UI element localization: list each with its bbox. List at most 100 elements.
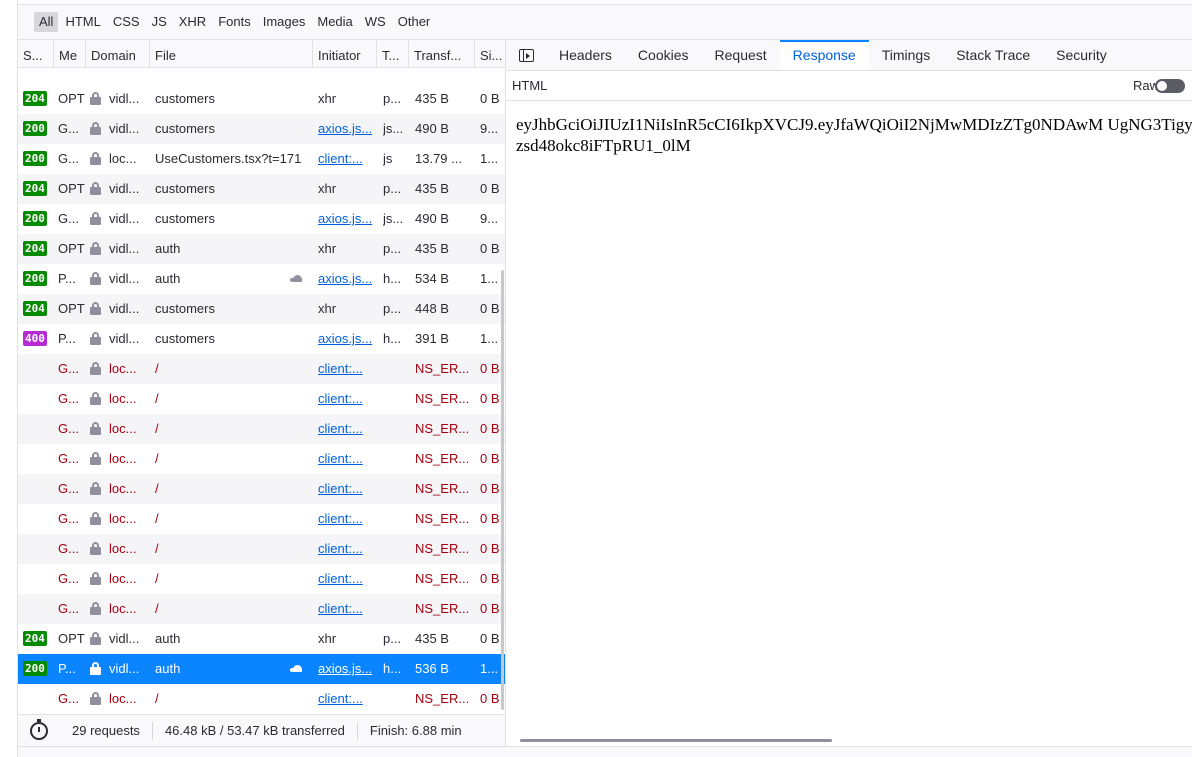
column-header-status[interactable]: S... bbox=[18, 40, 54, 68]
column-header-transferred[interactable]: Transf... bbox=[409, 40, 475, 68]
table-row[interactable]: 204 OPT vidl... auth xhr p... 435 B0 B bbox=[18, 234, 505, 264]
initiator-cell[interactable]: client:... bbox=[318, 384, 376, 414]
lock-icon bbox=[90, 662, 101, 675]
initiator-cell[interactable]: client:... bbox=[318, 144, 376, 174]
turtle-icon bbox=[290, 275, 304, 284]
initiator-link[interactable]: axios.js... bbox=[318, 211, 372, 226]
initiator-link[interactable]: client:... bbox=[318, 451, 363, 466]
column-header-file[interactable]: File bbox=[150, 40, 313, 68]
initiator-cell[interactable]: axios.js... bbox=[318, 324, 376, 354]
initiator-link[interactable]: client:... bbox=[318, 361, 363, 376]
initiator-link[interactable]: client:... bbox=[318, 571, 363, 586]
table-row[interactable]: 200 G... vidl... customers axios.js... js... 4… bbox=[18, 204, 505, 234]
filter-html[interactable]: HTML bbox=[60, 12, 105, 32]
table-row[interactable]: G... loc... / client:... NS_ER... 0 B bbox=[18, 564, 505, 594]
table-row[interactable]: G... loc... / client:... NS_ER... 0 B bbox=[18, 414, 505, 444]
filter-css[interactable]: CSS bbox=[108, 12, 145, 32]
table-row[interactable]: G... loc... / client:... NS_ER... 0 B bbox=[18, 354, 505, 384]
table-row[interactable]: 204 OPT vidl... customers xhr p... 435 B 0 B bbox=[18, 174, 505, 204]
initiator-cell[interactable]: client:... bbox=[318, 564, 376, 594]
initiator-link[interactable]: axios.js... bbox=[318, 271, 372, 286]
initiator-cell[interactable]: client:... bbox=[318, 414, 376, 444]
column-header-type[interactable]: T... bbox=[377, 40, 409, 68]
request-list-scrollbar[interactable] bbox=[501, 270, 504, 710]
secure-connection-cell bbox=[90, 354, 104, 384]
tab-timings[interactable]: Timings bbox=[869, 40, 944, 70]
details-horizontal-scrollbar[interactable] bbox=[520, 739, 832, 742]
lock-icon bbox=[90, 632, 101, 645]
column-header-method[interactable]: Me bbox=[54, 40, 86, 68]
table-row[interactable]: G... loc... / client:... NS_ER... 0 B bbox=[18, 444, 505, 474]
table-row[interactable]: G... loc... / client:... NS_ER... 0 B bbox=[18, 594, 505, 624]
tab-request[interactable]: Request bbox=[702, 40, 780, 70]
table-row[interactable]: 200 P... vidl... auth axios.js... h... 536 B 1.… bbox=[18, 654, 505, 684]
filter-other[interactable]: Other bbox=[393, 12, 436, 32]
filter-ws[interactable]: WS bbox=[360, 12, 391, 32]
initiator-link[interactable]: axios.js... bbox=[318, 121, 372, 136]
table-row[interactable]: 200 G... loc... UseCustomers.tsx?t=171 clien… bbox=[18, 144, 505, 174]
column-header-initiator[interactable]: Initiator bbox=[313, 40, 377, 68]
table-row[interactable]: G... loc... / client:... NS_ER... 0 B bbox=[18, 474, 505, 504]
file-cell: / bbox=[155, 691, 159, 706]
initiator-cell[interactable]: client:... bbox=[318, 684, 376, 714]
filter-all[interactable]: All bbox=[34, 12, 59, 32]
table-row[interactable]: G... loc... / client:... NS_ER... 0 B bbox=[18, 684, 505, 714]
tab-response[interactable]: Response bbox=[779, 40, 869, 70]
table-row[interactable]: 400 P... vidl... customers axios.js... h... 39… bbox=[18, 324, 505, 354]
status-cell: 204 bbox=[23, 84, 49, 114]
initiator-link[interactable]: client:... bbox=[318, 541, 363, 556]
toggle-sidebar-button[interactable] bbox=[506, 40, 546, 70]
filter-js[interactable]: JS bbox=[147, 12, 172, 32]
initiator-cell[interactable]: client:... bbox=[318, 354, 376, 384]
initiator-link[interactable]: client:... bbox=[318, 601, 363, 616]
initiator-cell[interactable]: client:... bbox=[318, 594, 376, 624]
initiator-cell[interactable]: client:... bbox=[318, 474, 376, 504]
table-row[interactable]: 204 OPT vidl... customers xhr p... 435 B 0 B bbox=[18, 84, 505, 114]
initiator-link[interactable]: client:... bbox=[318, 151, 363, 166]
tab-cookies[interactable]: Cookies bbox=[625, 40, 702, 70]
lock-icon bbox=[90, 392, 101, 405]
initiator-link[interactable]: client:... bbox=[318, 691, 363, 706]
column-header-size[interactable]: Si... bbox=[475, 40, 505, 68]
status-cell bbox=[23, 444, 49, 474]
domain-cell: vidl... bbox=[109, 91, 140, 106]
initiator-cell[interactable]: axios.js... bbox=[318, 654, 376, 684]
file-cell: customers bbox=[155, 121, 215, 136]
filter-media[interactable]: Media bbox=[312, 12, 357, 32]
table-row[interactable]: G... loc... / client:... NS_ER... 0 B bbox=[18, 384, 505, 414]
initiator-cell[interactable]: client:... bbox=[318, 534, 376, 564]
type-cell bbox=[383, 414, 407, 444]
table-row[interactable]: 204 OPT vidl... auth xhr p... 435 B0 B bbox=[18, 624, 505, 654]
filter-fonts[interactable]: Fonts bbox=[213, 12, 256, 32]
initiator-cell[interactable]: axios.js... bbox=[318, 114, 376, 144]
initiator-cell[interactable]: axios.js... bbox=[318, 204, 376, 234]
initiator-link[interactable]: client:... bbox=[318, 481, 363, 496]
table-row[interactable]: G... loc... / client:... NS_ER... 0 B bbox=[18, 504, 505, 534]
initiator-link[interactable]: client:... bbox=[318, 511, 363, 526]
initiator-cell: xhr bbox=[318, 181, 337, 196]
initiator-cell[interactable]: client:... bbox=[318, 504, 376, 534]
secure-connection-cell bbox=[90, 414, 104, 444]
initiator-link[interactable]: axios.js... bbox=[318, 661, 372, 676]
initiator-cell[interactable]: client:... bbox=[318, 444, 376, 474]
table-row[interactable]: 204 OPT vidl... customers xhr p... 448 B0 B bbox=[18, 294, 505, 324]
tab-headers[interactable]: Headers bbox=[546, 40, 625, 70]
method-cell: G... bbox=[58, 121, 79, 136]
column-header-domain[interactable]: Domain bbox=[86, 40, 150, 68]
tab-security[interactable]: Security bbox=[1043, 40, 1120, 70]
initiator-link[interactable]: client:... bbox=[318, 391, 363, 406]
size-cell: 0 B bbox=[480, 241, 500, 256]
table-row[interactable]: 200 P... vidl... auth axios.js... h... 534 B 1.… bbox=[18, 264, 505, 294]
table-row[interactable]: 200 G... vidl... customers axios.js... js... 4… bbox=[18, 114, 505, 144]
table-row[interactable]: G... loc... / client:... NS_ER... 0 B bbox=[18, 534, 505, 564]
initiator-link[interactable]: client:... bbox=[318, 421, 363, 436]
filter-images[interactable]: Images bbox=[258, 12, 311, 32]
raw-toggle-switch[interactable] bbox=[1155, 79, 1185, 93]
stopwatch-icon[interactable] bbox=[30, 718, 48, 740]
tab-stack-trace[interactable]: Stack Trace bbox=[943, 40, 1043, 70]
initiator-link[interactable]: axios.js... bbox=[318, 331, 372, 346]
method-cell: G... bbox=[58, 421, 79, 436]
initiator-cell[interactable]: axios.js... bbox=[318, 264, 376, 294]
domain-cell: loc... bbox=[109, 691, 137, 706]
filter-xhr[interactable]: XHR bbox=[174, 12, 211, 32]
